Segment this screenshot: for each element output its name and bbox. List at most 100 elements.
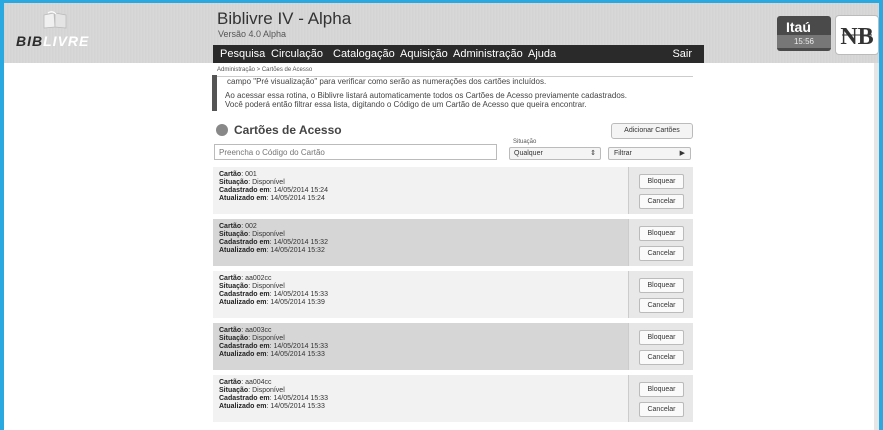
card-updated-value: : 14/05/2014 15:32 — [266, 247, 325, 254]
menu-item-ajuda[interactable]: Ajuda — [528, 48, 556, 60]
client-time: 15:56 — [777, 35, 831, 48]
card-code-value: : 001 — [241, 171, 257, 178]
block-button[interactable]: Bloquear — [639, 226, 684, 241]
card-item: Cartão: 002 Situação: Disponível Cadastrad… — [213, 219, 693, 266]
cancel-button[interactable]: Cancelar — [639, 194, 684, 209]
card-status-value: : Disponível — [248, 387, 285, 394]
card-status-label: Situação — [219, 179, 249, 186]
menu-item-aquisicao[interactable]: Aquisição — [400, 48, 448, 60]
card-item: Cartão: 001 Situação: Disponível Cadastrad… — [213, 167, 693, 214]
card-updated: Atualizado em: 14/05/2014 15:33 — [219, 351, 325, 358]
filter-label: Filtrar — [614, 150, 632, 157]
card-status: Situação: Disponível — [219, 283, 285, 290]
info-text-3: Você poderá então filtrar essa lista, di… — [225, 100, 587, 109]
card-status-label: Situação — [219, 231, 249, 238]
cancel-button[interactable]: Cancelar — [639, 246, 684, 261]
card-code-label: Cartão — [219, 379, 242, 386]
add-cards-button[interactable]: Adicionar Cartões — [611, 123, 693, 139]
card-created-label: Cadastrado em — [219, 343, 270, 350]
card-status-value: : Disponível — [248, 179, 285, 186]
book-icon — [43, 11, 67, 29]
filter-button[interactable]: Filtrar ▶ — [608, 147, 691, 160]
client-name: Itaú — [786, 19, 811, 35]
card-status-label: Situação — [219, 335, 249, 342]
main-content: Administração > Cartões de Acesso campo … — [4, 63, 879, 430]
card-created: Cadastrado em: 14/05/2014 15:32 — [219, 239, 328, 246]
card-created-label: Cadastrado em — [219, 291, 270, 298]
card-actions: Bloquear Cancelar — [628, 219, 693, 266]
menu-item-catalogacao[interactable]: Catalogação — [333, 48, 395, 60]
biblivre-logo[interactable]: BIBLIVRE — [16, 11, 96, 55]
card-updated-label: Atualizado em — [219, 351, 267, 358]
menu-item-pesquisa[interactable]: Pesquisa — [220, 48, 265, 60]
card-updated: Atualizado em: 14/05/2014 15:33 — [219, 403, 325, 410]
header: BIBLIVRE Biblivre IV - Alpha Versão 4.0 … — [4, 3, 879, 64]
card-status-label: Situação — [219, 387, 249, 394]
section-title: Cartões de Acesso — [234, 123, 342, 137]
card-updated: Atualizado em: 14/05/2014 15:24 — [219, 195, 325, 202]
card-icon — [216, 124, 228, 136]
card-item: Cartão: aa004cc Situação: Disponível Cadas… — [213, 375, 693, 422]
card-code: Cartão: 002 — [219, 223, 257, 230]
menu-item-administracao[interactable]: Administração — [453, 48, 523, 60]
situation-value: Qualquer — [514, 150, 543, 157]
card-code-label: Cartão — [219, 223, 242, 230]
card-code: Cartão: 001 — [219, 171, 257, 178]
situation-label: Situação — [513, 139, 537, 145]
card-status-label: Situação — [219, 283, 249, 290]
card-actions: Bloquear Cancelar — [628, 375, 693, 422]
card-created-label: Cadastrado em — [219, 395, 270, 402]
block-button[interactable]: Bloquear — [639, 382, 684, 397]
logo-text-livre: LIVRE — [43, 33, 90, 49]
scrollbar[interactable] — [874, 63, 879, 430]
card-created: Cadastrado em: 14/05/2014 15:33 — [219, 291, 328, 298]
card-updated-label: Atualizado em — [219, 403, 267, 410]
main-menu: Pesquisa Circulação Catalogação Aquisiçã… — [213, 45, 704, 64]
card-item: Cartão: aa002cc Situação: Disponível Cadas… — [213, 271, 693, 318]
situation-select[interactable]: Qualquer ⇕ — [509, 147, 601, 160]
play-arrow-icon: ▶ — [679, 150, 685, 157]
card-status-value: : Disponível — [248, 231, 285, 238]
block-button[interactable]: Bloquear — [639, 278, 684, 293]
block-button[interactable]: Bloquear — [639, 330, 684, 345]
logo-wordmark: BIBLIVRE — [16, 33, 89, 49]
card-status: Situação: Disponível — [219, 179, 285, 186]
card-actions: Bloquear Cancelar — [628, 271, 693, 318]
card-updated-value: : 14/05/2014 15:33 — [266, 403, 325, 410]
cancel-button[interactable]: Cancelar — [639, 298, 684, 313]
card-updated-label: Atualizado em — [219, 195, 267, 202]
card-created-label: Cadastrado em — [219, 239, 270, 246]
cancel-button[interactable]: Cancelar — [639, 350, 684, 365]
card-code-label: Cartão — [219, 327, 242, 334]
app-version: Versão 4.0 Alpha — [218, 29, 287, 39]
card-created: Cadastrado em: 14/05/2014 15:33 — [219, 343, 328, 350]
cancel-button[interactable]: Cancelar — [639, 402, 684, 417]
card-code: Cartão: aa003cc — [219, 327, 272, 334]
svg-text:NB: NB — [840, 24, 873, 50]
updown-arrow-icon: ⇕ — [590, 150, 596, 157]
nb-monogram-icon: NB — [835, 15, 879, 55]
card-actions: Bloquear Cancelar — [628, 167, 693, 214]
card-actions: Bloquear Cancelar — [628, 323, 693, 370]
card-created-label: Cadastrado em — [219, 187, 270, 194]
block-button[interactable]: Bloquear — [639, 174, 684, 189]
logo-text-bib: BIB — [16, 33, 44, 49]
card-code-value: : 002 — [241, 223, 257, 230]
card-created-value: : 14/05/2014 15:33 — [269, 395, 328, 402]
card-created-value: : 14/05/2014 15:33 — [269, 291, 328, 298]
card-created: Cadastrado em: 14/05/2014 15:24 — [219, 187, 328, 194]
card-updated: Atualizado em: 14/05/2014 15:32 — [219, 247, 325, 254]
info-box: campo "Pré visualização" para verificar … — [212, 75, 695, 111]
card-status: Situação: Disponível — [219, 387, 285, 394]
card-code-value: : aa003cc — [241, 327, 272, 334]
card-updated-value: : 14/05/2014 15:33 — [266, 351, 325, 358]
info-text-1: campo "Pré visualização" para verificar … — [227, 77, 547, 86]
menu-item-circulacao[interactable]: Circulação — [271, 48, 323, 60]
logout-button[interactable]: Sair — [672, 48, 692, 60]
card-code-value: : aa002cc — [241, 275, 272, 282]
card-code-value: : aa004cc — [241, 379, 272, 386]
card-status: Situação: Disponível — [219, 335, 285, 342]
search-input[interactable] — [214, 144, 497, 160]
card-updated: Atualizado em: 14/05/2014 15:39 — [219, 299, 325, 306]
card-code-label: Cartão — [219, 275, 242, 282]
